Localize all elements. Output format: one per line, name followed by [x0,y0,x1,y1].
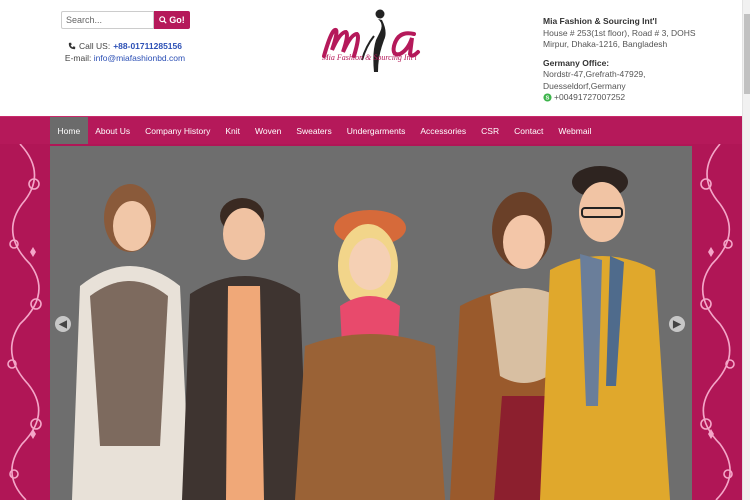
hero-image [50,146,692,500]
email-label: E-mail: [64,53,92,63]
svg-text:S: S [546,96,550,102]
nav-item-woven[interactable]: Woven [248,117,289,144]
search-go-label: Go! [169,15,185,25]
nav-item-sweaters[interactable]: Sweaters [289,117,339,144]
germany-office-title: Germany Office: [543,57,610,68]
address-block: Mia Fashion & Sourcing Int'l House # 253… [543,16,733,104]
arrow-left-icon: ◀ [59,318,67,330]
nav-item-contact[interactable]: Contact [507,117,551,144]
nav-item-accessories[interactable]: Accessories [413,117,474,144]
site-logo[interactable] [318,6,428,76]
skype-number: +00491727007252 [554,92,626,102]
phone-icon [68,42,76,50]
logo-mark [322,9,420,72]
scrollbar-thumb[interactable] [744,14,750,94]
nav-item-csr[interactable]: CSR [474,117,507,144]
search-go-button[interactable]: Go! [154,11,190,29]
phone-link[interactable]: +88-01711285156 [113,40,182,52]
email-line: E-mail: info@miafashionbd.com [60,52,190,64]
nav-item-knit[interactable]: Knit [218,117,248,144]
germany-line-1: Nordstr-47,Grefrath-47929, [543,69,646,79]
skype-line: S +00491727007252 [543,92,733,104]
logo-tagline: Mia Fashion & Sourcing Int'l [322,53,417,62]
email-link[interactable]: info@miafashionbd.com [94,53,185,63]
skype-icon: S [543,93,552,102]
site-header: Go! Call US: +88-01711285156 E-mail: inf… [0,0,742,116]
slider-next-button[interactable]: ▶ [669,316,685,332]
call-label: Call US: [79,41,111,51]
slider-prev-button[interactable]: ◀ [55,316,71,332]
phone-line: Call US: +88-01711285156 [60,40,190,52]
contact-info: Call US: +88-01711285156 E-mail: info@mi… [60,40,190,64]
arrow-right-icon: ▶ [673,318,681,330]
hero-slider: ◀ ▶ [50,146,692,500]
nav-item-company-history[interactable]: Company History [138,117,218,144]
nav-item-about-us[interactable]: About Us [88,117,138,144]
search-form: Go! [61,11,190,29]
nav-item-webmail[interactable]: Webmail [551,117,599,144]
page-scrollbar[interactable] [742,0,750,500]
nav-item-undergarments[interactable]: Undergarments [339,117,413,144]
main-nav: Home About Us Company History Knit Woven… [0,116,742,144]
address-line-1: House # 253(1st floor), Road # 3, DOHS [543,27,696,38]
address-line-2: Mirpur, Dhaka-1216, Bangladesh [543,39,668,49]
germany-line-2: Duesseldorf,Germany [543,80,626,91]
nav-item-home[interactable]: Home [50,117,88,144]
search-input[interactable] [61,11,154,29]
search-icon [159,16,167,24]
company-name: Mia Fashion & Sourcing Int'l [543,16,657,26]
